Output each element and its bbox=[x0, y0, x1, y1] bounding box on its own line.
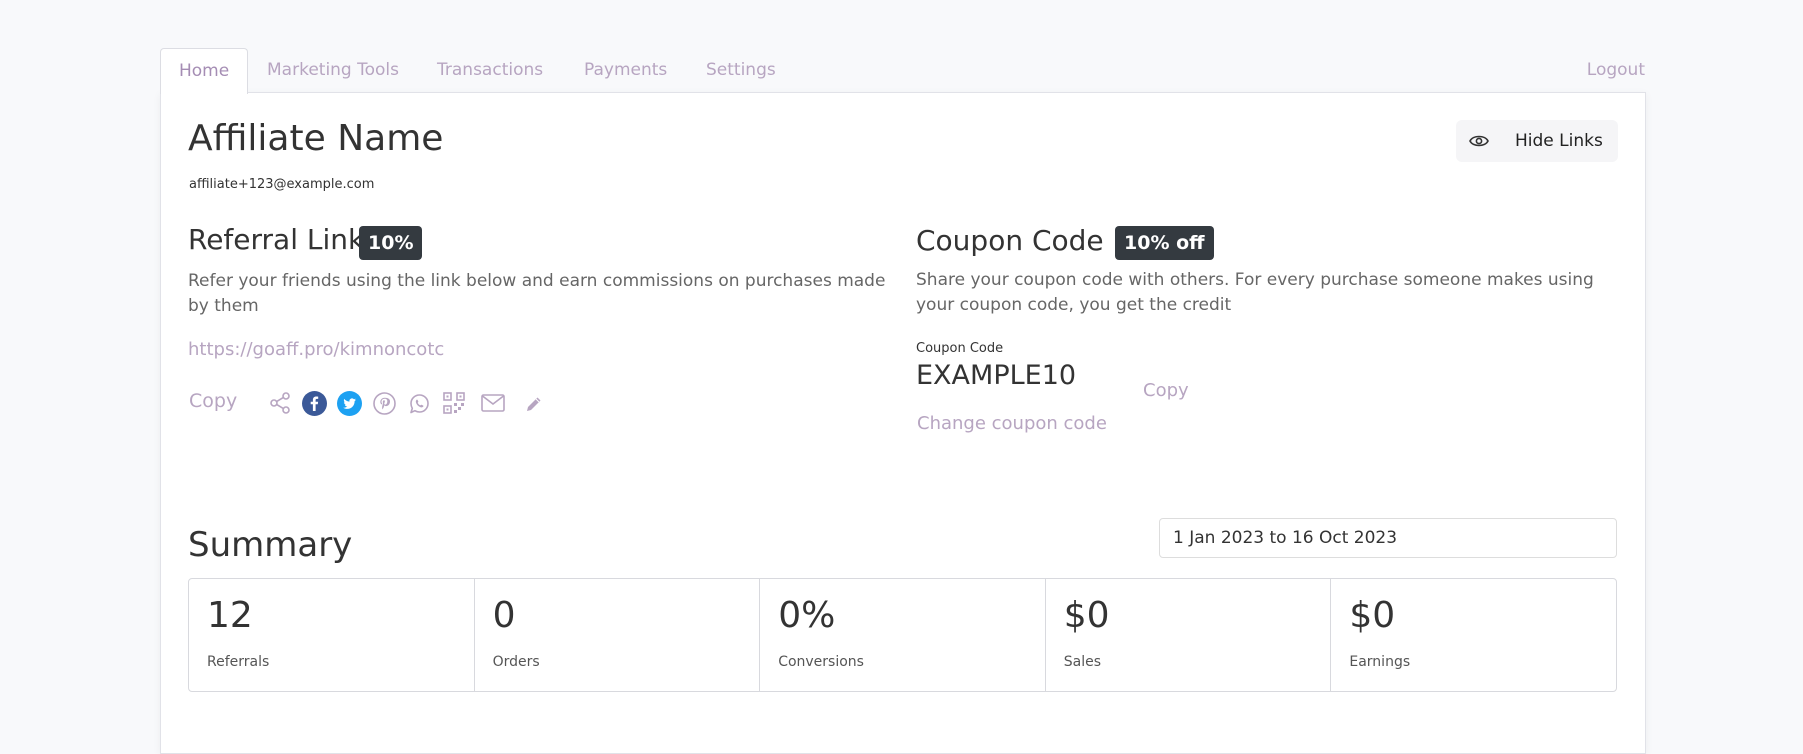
qr-code-icon[interactable] bbox=[443, 392, 465, 418]
stat-value: 0 bbox=[492, 595, 516, 636]
coupon-code-value: EXAMPLE10 bbox=[916, 360, 1077, 391]
stat-referrals: 12 Referrals bbox=[189, 579, 475, 691]
summary-stats: 12 Referrals 0 Orders 0% Conversions $0 … bbox=[188, 578, 1617, 692]
stat-value: $0 bbox=[1349, 595, 1396, 636]
stat-conversions: 0% Conversions bbox=[760, 579, 1046, 691]
referral-link[interactable]: https://goaff.pro/kimnoncotc bbox=[188, 339, 444, 360]
stat-label: Referrals bbox=[207, 654, 270, 670]
stat-earnings: $0 Earnings bbox=[1331, 579, 1616, 691]
coupon-code-label: Coupon Code bbox=[916, 341, 1004, 356]
stat-label: Earnings bbox=[1349, 654, 1411, 670]
nav-tabs: Home Marketing Tools Transactions Paymen… bbox=[160, 48, 1645, 94]
coupon-title: Coupon Code bbox=[916, 224, 1104, 257]
logout-link[interactable]: Logout bbox=[1587, 48, 1645, 92]
edit-icon[interactable] bbox=[525, 395, 543, 417]
referral-copy-button[interactable]: Copy bbox=[189, 390, 237, 412]
facebook-icon[interactable] bbox=[302, 391, 327, 420]
tab-settings[interactable]: Settings bbox=[706, 48, 776, 92]
share-icon[interactable] bbox=[268, 391, 292, 419]
hide-links-label: Hide Links bbox=[1515, 131, 1603, 151]
twitter-icon[interactable] bbox=[337, 391, 362, 420]
stat-orders: 0 Orders bbox=[475, 579, 761, 691]
summary-title: Summary bbox=[188, 525, 353, 565]
stat-value: 0% bbox=[778, 595, 836, 636]
hide-links-button[interactable]: Hide Links bbox=[1456, 120, 1618, 162]
stat-label: Sales bbox=[1063, 654, 1102, 670]
referral-description: Refer your friends using the link below … bbox=[188, 271, 886, 316]
tab-transactions[interactable]: Transactions bbox=[437, 48, 543, 92]
coupon-discount-badge: 10% off bbox=[1115, 226, 1214, 260]
stat-label: Orders bbox=[492, 654, 540, 670]
date-range-input[interactable] bbox=[1159, 518, 1617, 558]
coupon-description: Share your coupon code with others. For … bbox=[916, 270, 1594, 315]
stat-label: Conversions bbox=[778, 654, 864, 670]
pinterest-icon[interactable] bbox=[373, 392, 396, 419]
referral-commission-badge: 10% bbox=[359, 226, 423, 260]
stat-sales: $0 Sales bbox=[1046, 579, 1332, 691]
tab-payments[interactable]: Payments bbox=[584, 48, 667, 92]
coupon-copy-button[interactable]: Copy bbox=[1143, 380, 1189, 401]
stat-value: $0 bbox=[1063, 595, 1110, 636]
tab-home[interactable]: Home bbox=[160, 48, 249, 94]
email-icon[interactable] bbox=[481, 394, 505, 416]
whatsapp-icon[interactable] bbox=[408, 392, 431, 419]
tab-marketing-tools[interactable]: Marketing Tools bbox=[267, 48, 399, 92]
stat-value: 12 bbox=[207, 595, 253, 636]
eye-icon bbox=[1469, 133, 1489, 153]
referral-title: Referral Link bbox=[188, 223, 365, 256]
affiliate-name: Affiliate Name bbox=[188, 118, 444, 159]
main-card: Affiliate Name affiliate+123@example.com… bbox=[160, 92, 1646, 754]
change-coupon-link[interactable]: Change coupon code bbox=[917, 413, 1107, 434]
affiliate-email: affiliate+123@example.com bbox=[189, 177, 375, 192]
